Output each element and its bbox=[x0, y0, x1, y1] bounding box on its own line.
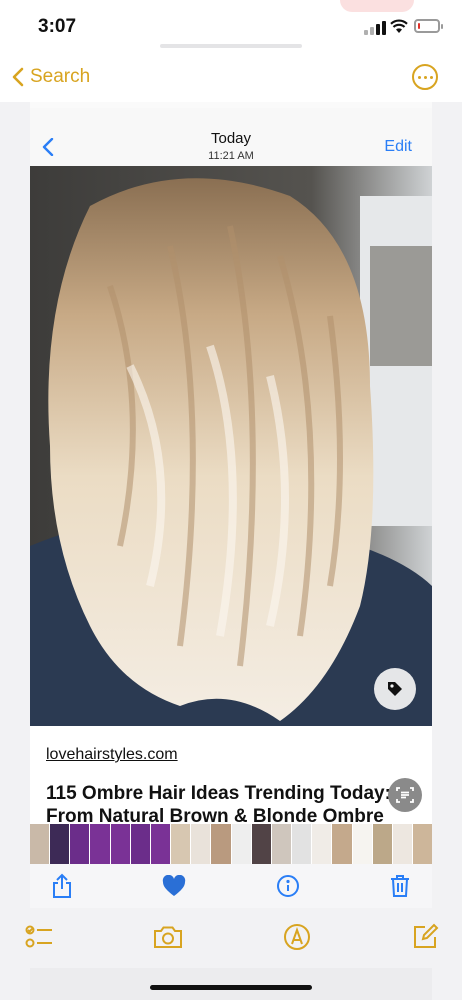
info-icon[interactable] bbox=[274, 872, 302, 900]
heart-icon[interactable] bbox=[160, 872, 188, 900]
cellular-signal-icon bbox=[364, 21, 386, 35]
source-link[interactable]: lovehairstyles.com bbox=[46, 746, 178, 764]
attachment-card[interactable]: Today 11:21 AM Edit lovehairstyles.com 1… bbox=[30, 102, 432, 908]
attachment-subtitle: 11:21 AM bbox=[208, 150, 254, 162]
next-note-preview bbox=[30, 968, 432, 1000]
attachment-title: Today bbox=[210, 130, 252, 147]
thumbnail-6[interactable] bbox=[130, 824, 150, 864]
thumbnail-2[interactable] bbox=[50, 824, 70, 864]
dynamic-island-pill bbox=[160, 44, 302, 48]
attachment-toolbar bbox=[30, 864, 432, 908]
thumbnail-17[interactable] bbox=[352, 824, 372, 864]
hair-photo bbox=[30, 166, 432, 726]
share-icon[interactable] bbox=[48, 872, 76, 900]
thumbnail-1[interactable] bbox=[30, 824, 50, 864]
compose-icon[interactable] bbox=[410, 922, 440, 952]
status-time: 3:07 bbox=[38, 16, 77, 37]
thumbnail-14[interactable] bbox=[292, 824, 312, 864]
home-indicator bbox=[150, 985, 312, 990]
thumbnail-19[interactable] bbox=[392, 824, 412, 864]
thumbnail-5[interactable] bbox=[110, 824, 130, 864]
trash-icon[interactable] bbox=[386, 872, 414, 900]
thumbnail-7[interactable] bbox=[150, 824, 171, 864]
ellipsis-circle-icon[interactable] bbox=[412, 64, 438, 90]
nav-bar: Search bbox=[0, 56, 462, 102]
thumbnail-15[interactable] bbox=[312, 824, 332, 864]
back-button[interactable]: Search bbox=[12, 66, 90, 88]
tag-icon[interactable] bbox=[374, 668, 416, 710]
battery-icon bbox=[414, 19, 443, 33]
hair-illustration bbox=[30, 166, 432, 726]
attachment-edit-label: Edit bbox=[384, 138, 412, 155]
thumbnail-9[interactable] bbox=[191, 824, 211, 864]
attachment-nav-bar: Today 11:21 AM Edit bbox=[30, 108, 432, 167]
thumbnail-8[interactable] bbox=[171, 824, 191, 864]
status-bar: 3:07 bbox=[0, 0, 462, 56]
wifi-icon bbox=[390, 19, 408, 33]
thumbnail-20[interactable] bbox=[412, 824, 432, 864]
thumbnail-11[interactable] bbox=[231, 824, 251, 864]
thumbnail-4[interactable] bbox=[90, 824, 110, 864]
thumbnail-strip bbox=[30, 824, 432, 864]
checklist-icon[interactable] bbox=[24, 922, 54, 952]
notes-toolbar bbox=[0, 908, 462, 968]
chevron-left-icon bbox=[12, 67, 24, 87]
thumbnail-13[interactable] bbox=[271, 824, 292, 864]
thumbnail-18[interactable] bbox=[372, 824, 392, 864]
markup-icon[interactable] bbox=[282, 922, 312, 952]
thumbnail-12[interactable] bbox=[251, 824, 271, 864]
back-label: Search bbox=[30, 66, 91, 87]
thumbnail-3[interactable] bbox=[70, 824, 90, 864]
thumbnail-10[interactable] bbox=[211, 824, 231, 864]
live-text-icon[interactable] bbox=[388, 778, 422, 812]
recording-indicator bbox=[340, 0, 414, 12]
camera-icon[interactable] bbox=[153, 922, 183, 952]
thumbnail-16[interactable] bbox=[332, 824, 352, 864]
